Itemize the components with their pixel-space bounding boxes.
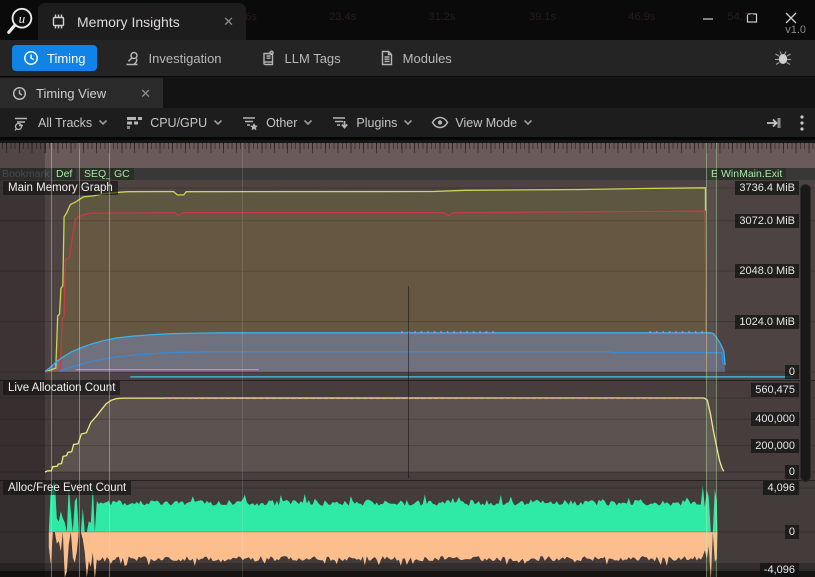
minor-marker-line (242, 143, 243, 577)
ruler-major-ticks (0, 143, 815, 153)
all-tracks-label: All Tracks (38, 116, 92, 130)
bookmark-line (109, 143, 110, 577)
ruler-tick-label: 39.1s (520, 11, 566, 23)
ruler-tick-label: 0 (22, 11, 68, 23)
modules-label: Modules (403, 51, 452, 66)
time-cursor-line (408, 286, 409, 478)
memory-insights-window: u Memory Insights ✕ v1.0 T (0, 0, 815, 577)
ruler-tick-label: 23.4s (320, 11, 366, 23)
bug-icon (773, 48, 793, 68)
tab-timing-view[interactable]: Timing View ✕ (0, 78, 163, 108)
view-mode-dropdown[interactable]: View Mode (426, 113, 538, 133)
minimize-icon (702, 12, 714, 24)
timing-view-close-icon[interactable]: ✕ (140, 87, 151, 100)
ruler-tick-label: 7.8s (121, 11, 167, 23)
debug-button[interactable] (773, 48, 793, 73)
axis-label: 200,000 (751, 439, 799, 453)
track-header-live-allocation[interactable]: Live Allocation Count (3, 381, 120, 395)
view-tab-bar: Timing View ✕ (0, 78, 815, 108)
axis-label: 0 (785, 465, 799, 479)
vertical-scrollbar[interactable] (800, 184, 811, 482)
clock-icon (12, 86, 27, 101)
plugins-label: Plugins (356, 116, 397, 130)
track-header-main-memory[interactable]: Main Memory Graph (3, 181, 118, 195)
axis-label: 400,000 (751, 412, 799, 426)
track-header-alloc-free[interactable]: Alloc/Free Event Count (3, 481, 131, 495)
main-toolbar: Timing Investigation LLM Tags Modules (0, 40, 815, 77)
chevron-down-icon (523, 119, 533, 126)
llm-tags-button[interactable]: LLM Tags (249, 45, 352, 72)
axis-label: 3072.0 MiB (735, 214, 799, 228)
axis-label: 2048.0 MiB (735, 264, 799, 278)
view-mode-label: View Mode (455, 116, 517, 130)
view-bottom-edge (0, 571, 815, 577)
chevron-down-icon (98, 119, 108, 126)
track-list-icon (126, 115, 144, 130)
close-icon (784, 11, 798, 25)
axis-label: 3736.4 MiB (735, 181, 799, 195)
filter-arrow-icon (331, 115, 350, 131)
axis-label: 560,475 (751, 383, 799, 397)
timing-button[interactable]: Timing (12, 45, 97, 71)
version-label: v1.0 (785, 24, 806, 36)
chevron-down-icon (213, 119, 223, 126)
cpu-gpu-label: CPU/GPU (150, 116, 207, 130)
ruler-tick-label: 15.6s (220, 11, 266, 23)
filter-star-icon (241, 115, 260, 131)
all-tracks-dropdown[interactable]: All Tracks (8, 112, 113, 134)
ruler-tick-label: 46.9s (619, 11, 665, 23)
eye-icon (431, 116, 449, 129)
other-label: Other (266, 116, 297, 130)
filter-toolbar: All Tracks CPU/GPU Other P (0, 108, 815, 140)
filter-search-icon (13, 115, 32, 131)
bookmark-chip-def[interactable]: Def (52, 168, 76, 180)
axis-label: 1024.0 MiB (735, 315, 799, 329)
jump-to-end-button[interactable] (765, 115, 783, 131)
modules-button[interactable]: Modules (368, 45, 463, 71)
investigation-label: Investigation (149, 51, 222, 66)
microscope-icon (124, 50, 141, 67)
bookmark-line (79, 143, 80, 577)
chevron-down-icon (403, 119, 413, 126)
axis-label: 4,096 (763, 481, 799, 495)
plugins-dropdown[interactable]: Plugins (326, 112, 418, 134)
timing-label: Timing (47, 51, 86, 66)
kebab-menu-button[interactable] (799, 114, 805, 132)
axis-label: 0 (785, 525, 799, 539)
cpu-gpu-dropdown[interactable]: CPU/GPU (121, 112, 228, 133)
llm-tags-label: LLM Tags (285, 51, 341, 66)
document-icon (379, 50, 395, 66)
ruler-tick-label: 31.2s (419, 11, 465, 23)
time-ruler[interactable] (0, 143, 815, 168)
chevron-down-icon (303, 119, 313, 126)
axis-label: -4,096 (760, 563, 799, 577)
tags-book-icon (260, 50, 277, 67)
investigation-button[interactable]: Investigation (113, 45, 233, 72)
bookmark-chip-gc[interactable]: GC (110, 168, 134, 180)
bookmark-chip-winmainexit[interactable]: WinMain.Exit (717, 168, 786, 180)
bookmark-line (716, 143, 717, 577)
timing-view-tab-label: Timing View (36, 86, 131, 101)
pre-session-shade (0, 143, 45, 577)
bookmark-line (51, 143, 52, 577)
exit-bookmark-span (706, 168, 716, 577)
other-dropdown[interactable]: Other (236, 112, 318, 134)
ruler-tick-label: 54.7s (718, 11, 764, 23)
clock-icon (23, 50, 39, 66)
axis-label: 0 (785, 365, 799, 379)
